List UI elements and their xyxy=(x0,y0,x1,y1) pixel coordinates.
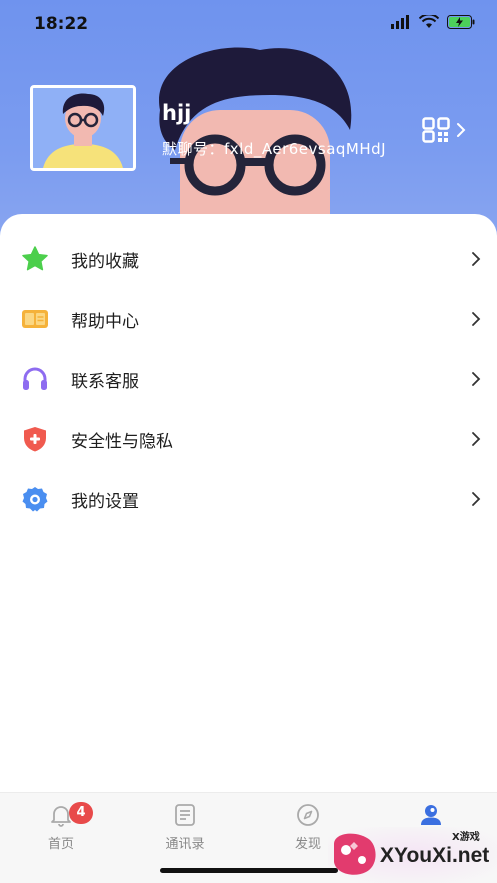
headset-icon xyxy=(21,365,49,393)
menu-item-settings[interactable]: 我的设置 xyxy=(0,469,497,529)
tab-contacts[interactable]: 通讯录 xyxy=(150,803,220,852)
watermark-text: XYouXi.net xyxy=(380,844,490,867)
unread-badge: 4 xyxy=(69,802,93,824)
wifi-icon xyxy=(419,15,439,28)
avatar[interactable] xyxy=(30,85,136,171)
book-icon xyxy=(21,305,49,333)
watermark-small-text: X游戏 xyxy=(452,832,480,843)
contacts-icon xyxy=(175,804,195,826)
tab-label: 发现 xyxy=(294,837,321,852)
star-icon xyxy=(21,245,49,273)
chevron-right-icon xyxy=(472,432,481,446)
qr-code-icon xyxy=(422,117,450,143)
menu-card: 我的收藏 帮助中心 联系客服 安全性与隐私 我的设置 xyxy=(0,214,497,804)
profile-chat-id: 默聊号：fxld_Aer6evsaqMHdJ xyxy=(162,140,387,158)
signal-icon xyxy=(391,15,409,29)
menu-item-label: 我的收藏 xyxy=(71,251,139,272)
menu-item-label: 安全性与隐私 xyxy=(71,431,173,452)
tab-label: 通讯录 xyxy=(165,837,205,852)
compass-icon xyxy=(297,804,319,826)
profile-header: 18:22 hjj 默聊号：fxld_Aer6evsaqMHdJ xyxy=(0,0,497,250)
chevron-right-icon xyxy=(472,492,481,506)
status-bar: 18:22 xyxy=(0,0,497,50)
avatar-illustration xyxy=(33,88,133,168)
chevron-right-icon xyxy=(472,252,481,266)
status-icons xyxy=(391,15,475,29)
profile-name: hjj xyxy=(162,101,192,125)
menu-item-customer-service[interactable]: 联系客服 xyxy=(0,349,497,409)
chevron-right-icon xyxy=(457,123,466,137)
chevron-right-icon xyxy=(472,372,481,386)
chevron-right-icon xyxy=(472,312,481,326)
menu-item-label: 联系客服 xyxy=(71,371,139,392)
menu-item-favorites[interactable]: 我的收藏 xyxy=(0,229,497,289)
shield-plus-icon xyxy=(21,425,49,453)
menu-item-label: 帮助中心 xyxy=(71,311,139,332)
qr-code-button[interactable] xyxy=(422,116,477,144)
menu-item-help-center[interactable]: 帮助中心 xyxy=(0,289,497,349)
status-time: 18:22 xyxy=(34,14,89,34)
home-indicator xyxy=(160,868,338,873)
battery-charging-icon xyxy=(447,15,475,29)
gear-icon xyxy=(21,485,49,513)
menu-item-security-privacy[interactable]: 安全性与隐私 xyxy=(0,409,497,469)
menu-item-label: 我的设置 xyxy=(71,491,139,512)
tab-label: 首页 xyxy=(47,837,74,852)
